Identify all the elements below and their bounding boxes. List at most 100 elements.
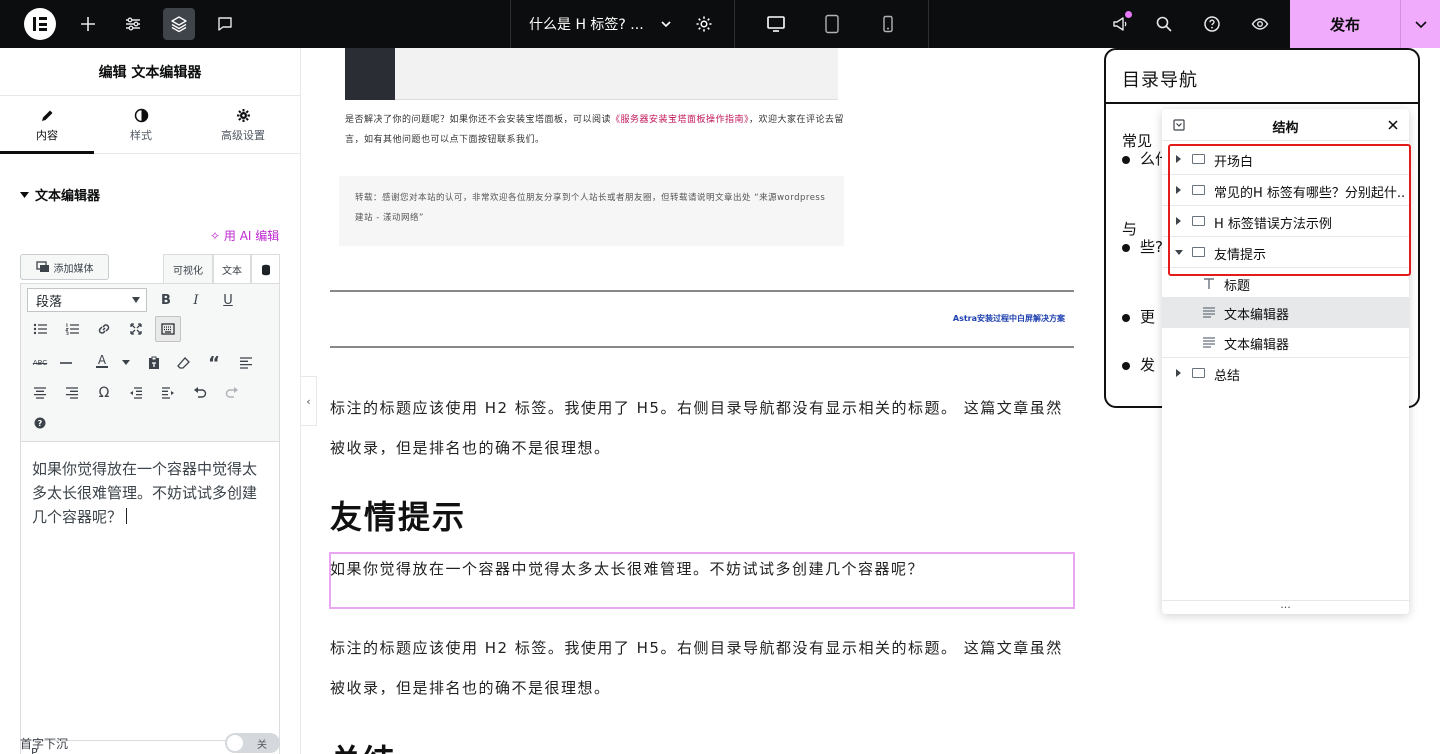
strikethrough-icon[interactable]: ABC — [27, 350, 53, 376]
structure-layers-icon[interactable] — [163, 8, 195, 40]
structure-item-container[interactable]: 总结 — [1162, 358, 1409, 389]
outdent-icon[interactable] — [123, 380, 149, 406]
horizontal-line-icon[interactable] — [53, 350, 79, 376]
heading-summary[interactable]: 总结 — [330, 736, 394, 754]
editor-content[interactable]: 如果你觉得放在一个容器中觉得太多太长很难管理。不妨试试多创建几个容器呢？ — [32, 457, 268, 529]
toc-item[interactable]: 发 — [1122, 354, 1155, 375]
annotation-highlight-box — [1168, 144, 1411, 276]
reprint-notice: 转载：感谢您对本站的认可，非常欢迎各位朋友分享到个人站长或者朋友圈，但转载请说明… — [339, 176, 844, 246]
undo-icon[interactable] — [187, 380, 213, 406]
bold-icon[interactable]: B — [153, 287, 179, 313]
database-icon[interactable] — [251, 254, 280, 284]
tablet-device-icon[interactable] — [816, 8, 848, 40]
elementor-logo-icon[interactable] — [24, 8, 56, 40]
link-icon[interactable] — [91, 316, 117, 342]
gear-icon — [236, 109, 250, 122]
top-bar: 什么是 H 标签? ... 发布 — [0, 0, 1440, 48]
bullet-list-icon[interactable] — [27, 316, 53, 342]
tab-advanced[interactable]: 高级设置 — [196, 96, 290, 154]
desktop-device-icon[interactable] — [760, 8, 792, 40]
whats-new-megaphone-icon[interactable] — [1104, 8, 1136, 40]
wysiwyg-editor: 段落 B I U ABC A “ Ω ? 如果你觉得放在一个容器中觉得太多太长很… — [20, 283, 280, 754]
heading-friendly-tip[interactable]: 友情提示 — [330, 492, 466, 538]
structure-item-label: 文本编辑器 — [1224, 308, 1290, 323]
help-icon[interactable] — [1196, 8, 1228, 40]
special-character-icon[interactable]: Ω — [91, 380, 117, 406]
dropcap-label: 首字下沉 — [20, 737, 69, 751]
selected-text-editor-widget[interactable]: 如果你觉得放在一个容器中觉得太多太长很难管理。不妨试试多创建几个容器呢？ — [330, 558, 924, 579]
text-color-icon[interactable]: A — [89, 348, 115, 374]
article-text-small: 是否解决了你的问题呢？如果你还不会安装宝塔面板，可以阅读《服务器安装宝塔面板操作… — [345, 110, 845, 150]
site-settings-icon[interactable] — [117, 8, 149, 40]
dropcap-toggle[interactable]: 关 — [225, 733, 280, 753]
ai-edit-button[interactable]: ✧ 用 AI 编辑 — [210, 227, 279, 244]
divider-line — [330, 290, 1074, 292]
fullscreen-icon[interactable] — [123, 316, 149, 342]
structure-title: 结构 — [1272, 121, 1299, 136]
structure-item-text-editor[interactable]: 文本编辑器 — [1162, 327, 1409, 358]
tab-text[interactable]: 文本 — [213, 254, 251, 284]
ai-sparkle-icon: ✧ — [210, 229, 221, 243]
redo-icon[interactable] — [219, 380, 245, 406]
text-color-dropdown-icon[interactable] — [113, 350, 139, 376]
caret-right-icon[interactable] — [1176, 369, 1181, 377]
structure-header: 结构 — [1162, 109, 1409, 141]
underline-icon[interactable]: U — [215, 287, 241, 313]
tab-style[interactable]: 样式 — [94, 96, 188, 154]
blockquote-icon[interactable]: “ — [201, 350, 227, 376]
search-icon[interactable] — [1148, 8, 1180, 40]
align-right-icon[interactable] — [59, 380, 85, 406]
tab-content[interactable]: 内容 — [0, 96, 94, 154]
resize-handle-dots[interactable]: ... — [1162, 599, 1409, 614]
text-editor-widget-icon — [1203, 307, 1215, 318]
collapse-panel-button[interactable]: ‹ — [301, 376, 317, 426]
chevron-left-icon: ‹ — [306, 394, 311, 408]
related-post-link[interactable]: Astra安装过程中白屏解决方案 — [877, 313, 1065, 324]
heading-widget-icon — [1204, 278, 1214, 289]
clear-formatting-icon[interactable] — [171, 350, 197, 376]
page-settings-gear-icon[interactable] — [694, 14, 714, 34]
add-media-button[interactable]: 添加媒体 — [20, 254, 109, 280]
add-element-icon[interactable] — [72, 8, 104, 40]
article-screenshot-image — [345, 48, 838, 100]
chevron-down-icon — [1414, 21, 1427, 29]
publish-button[interactable]: 发布 — [1290, 0, 1400, 48]
text-cursor — [126, 508, 128, 524]
toc-item[interactable]: 更 — [1122, 306, 1155, 327]
section-toggle-text-editor[interactable]: 文本编辑器 — [20, 185, 100, 204]
indent-icon[interactable] — [155, 380, 181, 406]
toc-title: 目录导航 — [1122, 70, 1198, 91]
editor-toolbar: 段落 B I U ABC A “ Ω ? — [21, 284, 279, 442]
comments-icon[interactable] — [209, 8, 241, 40]
keyboard-shortcuts-help-icon[interactable]: ? — [27, 410, 53, 436]
format-select[interactable]: 段落 — [27, 288, 147, 312]
structure-item-label: 文本编辑器 — [1224, 338, 1290, 353]
numbered-list-icon[interactable] — [59, 316, 85, 342]
responsive-device-switcher — [735, 0, 929, 48]
italic-icon[interactable]: I — [183, 287, 209, 313]
structure-item-text-editor-selected[interactable]: 文本编辑器 — [1162, 297, 1409, 328]
tab-visual[interactable]: 可视化 — [163, 254, 213, 284]
divider-line — [330, 346, 1074, 348]
toggle-knob — [227, 735, 243, 751]
panel-tabs: 内容 样式 高级设置 — [0, 96, 300, 154]
section-title: 文本编辑器 — [35, 189, 101, 204]
toolbar-toggle-icon[interactable] — [155, 316, 181, 342]
structure-item-label: 标题 — [1224, 279, 1251, 294]
pencil-icon — [41, 110, 52, 121]
toc-item[interactable]: 些? — [1122, 236, 1163, 257]
align-center-icon[interactable] — [27, 380, 53, 406]
half-circle-icon — [134, 108, 148, 123]
align-left-icon[interactable] — [233, 350, 259, 376]
tutorial-link[interactable]: 《服务器安装宝塔面板操作指南》 — [611, 115, 749, 125]
editor-content-text: 如果你觉得放在一个容器中觉得太多太长很难管理。不妨试试多创建几个容器呢？ — [32, 460, 258, 526]
tab-style-label: 样式 — [130, 129, 152, 142]
paste-text-icon[interactable] — [141, 350, 167, 376]
paragraph-text: 标注的标题应该使用 H2 标签。我使用了 H5。右侧目录导航都没有显示相关的标题… — [330, 639, 1063, 697]
caret-down-icon — [20, 192, 29, 198]
mobile-device-icon[interactable] — [872, 8, 904, 40]
document-title-dropdown[interactable]: 什么是 H 标签? ... — [510, 0, 735, 48]
close-icon[interactable] — [1388, 120, 1398, 130]
publish-options-button[interactable] — [1400, 0, 1440, 48]
preview-eye-icon[interactable] — [1244, 8, 1276, 40]
